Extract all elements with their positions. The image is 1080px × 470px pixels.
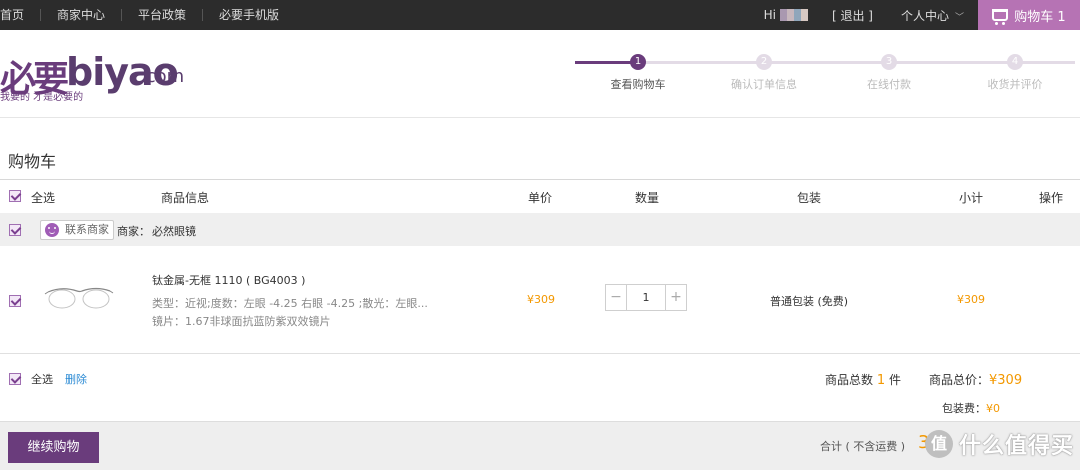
cart-button-label: 购物车 1 (1014, 9, 1066, 25)
step-number: 1 (630, 54, 646, 70)
top-bar-right: Hi [ 退出 ] 个人中心 ﹀ 购物车 1 (764, 0, 1080, 30)
bottom-bar: 继续购物 合计 ( 不含运费 ) 309 值 什么值得买 (0, 421, 1080, 470)
step-2: 2 确认订单信息 (701, 52, 827, 92)
logo-tagline: 我要的 才是必要的 (0, 92, 84, 103)
total-price: 商品总价：¥309 (929, 371, 1022, 388)
unit-price: ¥309 (527, 293, 555, 306)
merchant-row: 联系商家 商家： 必然眼镜 (0, 213, 1080, 246)
step-1: 1 查看购物车 (575, 52, 701, 92)
col-packaging: 包装 (797, 191, 822, 205)
watermark-text: 什么值得买 (958, 434, 1074, 459)
contact-merchant-button[interactable]: 联系商家 (40, 220, 114, 240)
item-count-label: 商品总数 (825, 373, 874, 387)
merchant-checkbox[interactable] (9, 224, 21, 236)
header: 必要 biyao .com 我要的 才是必要的 1 查看购物车 2 确认订单信息… (0, 30, 1080, 118)
product-thumbnail[interactable] (44, 282, 114, 318)
cart-icon (992, 9, 1009, 25)
select-all-checkbox[interactable] (9, 190, 21, 202)
user-center-menu[interactable]: 个人中心 ﹀ (901, 7, 964, 24)
merchant-name[interactable]: 必然眼镜 (152, 223, 196, 239)
top-nav: 首页 商家中心 平台政策 必要手机版 (0, 0, 295, 30)
cart-summary: 全选 删除 商品总数 1 件 商品总价：¥309 包装费：¥0 (0, 355, 1080, 421)
quantity-stepper: − 1 + (605, 284, 687, 311)
logo-domain: .com (140, 66, 185, 87)
step-3: 3 在线付款 (826, 52, 952, 92)
chevron-down-icon: ﹀ (954, 12, 964, 23)
nav-platform-policy-link[interactable]: 平台政策 (122, 9, 204, 21)
top-bar: 首页 商家中心 平台政策 必要手机版 Hi [ 退出 ] 个人中心 ﹀ 购物车 1 (0, 0, 1080, 30)
col-subtotal: 小计 (959, 191, 984, 205)
step-label: 收货并评价 (987, 78, 1043, 91)
page-title: 购物车 (8, 152, 57, 171)
item-count-value: 1 (876, 373, 886, 388)
footer-select-all-label: 全选 (31, 373, 53, 386)
step-number: 4 (1007, 54, 1023, 70)
packing-fee-value: ¥0 (986, 402, 1000, 415)
quantity-input[interactable]: 1 (626, 285, 666, 310)
packaging-option: 普通包装 (免费) (770, 295, 849, 308)
col-unit-price: 单价 (528, 191, 553, 205)
cart-table-header: 全选 商品信息 单价 数量 包装 小计 操作 (0, 179, 1080, 211)
footer-select-all-checkbox[interactable] (9, 373, 21, 385)
total-price-value: ¥309 (989, 373, 1023, 388)
increase-quantity-button[interactable]: + (666, 285, 686, 310)
step-label: 确认订单信息 (731, 78, 797, 91)
nav-merchant-center-link[interactable]: 商家中心 (41, 9, 123, 21)
grand-total-label: 合计 ( 不含运费 ) (820, 440, 906, 453)
cart-button[interactable]: 购物车 1 (978, 0, 1080, 30)
cart-item: 钛金属-无框 1110 ( BG4003 ) 类型：近视;度数：左眼 -4.25… (0, 246, 1080, 354)
smile-icon (45, 223, 59, 237)
item-count: 商品总数 1 件 (825, 371, 901, 388)
watermark: 值 什么值得买 (924, 428, 1074, 460)
decrease-quantity-button[interactable]: − (606, 285, 626, 310)
logout-link[interactable]: [ 退出 ] (832, 7, 873, 24)
watermark-icon: 值 (924, 430, 953, 458)
step-label: 在线付款 (867, 78, 911, 91)
item-checkbox[interactable] (9, 295, 21, 307)
step-number: 3 (881, 54, 897, 70)
col-action: 操作 (1039, 191, 1064, 205)
user-center-label: 个人中心 (900, 8, 949, 23)
product-lens: 镜片：1.67非球面抗蓝防紫双效镜片 (152, 315, 331, 328)
product-spec: 类型：近视;度数：左眼 -4.25 右眼 -4.25 ;散光：左眼... (152, 297, 428, 310)
step-number: 2 (756, 54, 772, 70)
username-redacted (779, 9, 808, 21)
packing-fee-label: 包装费： (942, 402, 986, 415)
checkout-steps: 1 查看购物车 2 确认订单信息 3 在线付款 4 收货并评价 (575, 52, 1080, 102)
item-subtotal: ¥309 (957, 293, 985, 306)
nav-home-link[interactable]: 首页 (0, 9, 42, 21)
col-quantity: 数量 (635, 191, 660, 205)
nav-mobile-link[interactable]: 必要手机版 (203, 9, 295, 21)
packing-fee: 包装费：¥0 (942, 400, 1000, 416)
contact-merchant-label: 联系商家 (65, 223, 109, 236)
total-price-label: 商品总价： (929, 373, 990, 387)
step-label: 查看购物车 (610, 78, 666, 91)
col-product-info: 商品信息 (161, 191, 210, 205)
step-4: 4 收货并评价 (952, 52, 1078, 92)
greeting: Hi (763, 8, 776, 22)
product-name[interactable]: 钛金属-无框 1110 ( BG4003 ) (152, 272, 305, 288)
select-all-label: 全选 (31, 191, 56, 205)
merchant-label: 商家： (117, 225, 150, 238)
delete-link[interactable]: 删除 (65, 371, 87, 387)
continue-shopping-button[interactable]: 继续购物 (8, 432, 99, 463)
item-count-unit: 件 (888, 373, 901, 387)
